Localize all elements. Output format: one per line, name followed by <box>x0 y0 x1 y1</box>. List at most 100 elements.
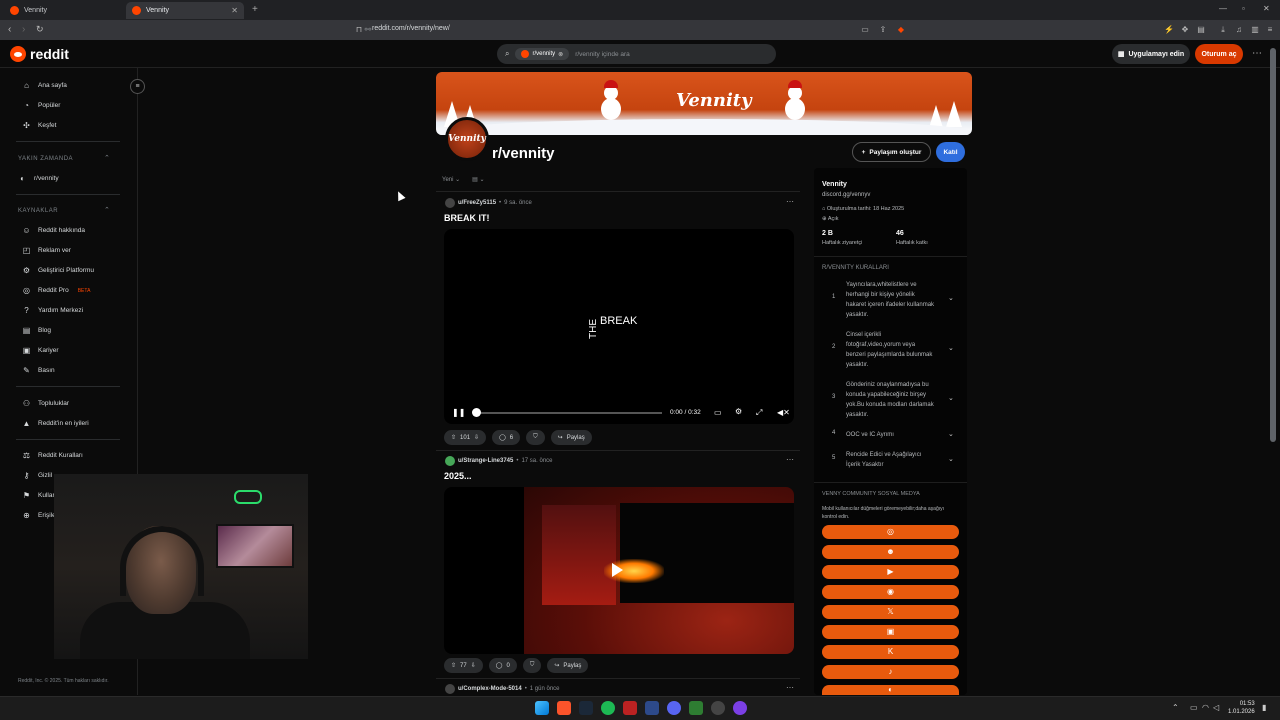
award-button[interactable]: ⛉ <box>526 430 545 445</box>
sidebar-item-help[interactable]: ? Yardım Merkezi <box>22 306 83 315</box>
video-player[interactable] <box>444 487 794 654</box>
close-window-icon[interactable]: ✕ <box>1263 4 1270 13</box>
sidebar-item-advertise[interactable]: ◰ Reklam ver <box>22 246 71 255</box>
comments-button[interactable]: ◯ 6 <box>492 430 521 445</box>
chevron-down-icon[interactable]: ⌄ <box>948 455 954 463</box>
pause-icon[interactable]: ❚❚ <box>452 408 465 417</box>
panel-icon[interactable]: ▥ <box>1250 25 1260 35</box>
maximize-icon[interactable]: ▫ <box>1242 4 1245 13</box>
post-title[interactable]: 2025... <box>444 471 472 481</box>
app-icon[interactable] <box>733 701 747 715</box>
chevron-down-icon[interactable]: ⌄ <box>948 394 954 402</box>
volume-icon[interactable]: ◁ <box>1213 703 1219 712</box>
captions-icon[interactable]: ▭ <box>714 408 722 417</box>
chevron-down-icon[interactable]: ⌄ <box>948 430 954 438</box>
downvote-icon[interactable]: ⇩ <box>474 434 479 441</box>
close-tab-icon[interactable]: ✕ <box>231 6 238 15</box>
panel-link[interactable]: discord.gg/vennyv <box>822 192 870 198</box>
browser-tab-active[interactable]: Vennity ✕ <box>126 2 244 19</box>
post-options-icon[interactable]: ⋯ <box>786 197 794 206</box>
system-clock[interactable]: 01:53 1.01.2026 <box>1228 700 1255 716</box>
back-icon[interactable]: ‹ <box>8 24 11 35</box>
avatar[interactable] <box>445 198 455 208</box>
collapse-sidebar-icon[interactable]: ≡ <box>130 79 145 94</box>
network-icon[interactable]: ▭ <box>1190 703 1198 712</box>
sidebar-item-press[interactable]: ✎ Basın <box>22 366 54 375</box>
brave-browser-icon[interactable] <box>557 701 571 715</box>
sidebar-item-recent-vennity[interactable]: ◐ r/vennity <box>18 174 59 183</box>
extension-icon[interactable]: ⚡ <box>1164 25 1174 35</box>
resources-section-header[interactable]: KAYNAKLAR <box>18 208 58 214</box>
more-options-icon[interactable]: ⋯ <box>1252 48 1262 59</box>
search-input[interactable]: r/vennity içinde ara <box>575 51 630 58</box>
app-icon[interactable] <box>689 701 703 715</box>
post-title[interactable]: BREAK IT! <box>444 213 490 223</box>
spotify-icon[interactable] <box>601 701 615 715</box>
social-button-tiktok[interactable]: ♪ <box>822 665 959 679</box>
settings-icon[interactable]: ⚙ <box>735 407 742 416</box>
sidebar-item-rules[interactable]: ⚖ Reddit Kuralları <box>22 451 83 460</box>
post-author[interactable]: u/FreeZy5115 <box>458 200 496 206</box>
sidebar-item-communities[interactable]: ⚇ Topluluklar <box>22 399 69 408</box>
sidebar-item-popular[interactable]: ◔ Popüler <box>22 101 60 110</box>
sort-dropdown[interactable]: Yeni ⌄ <box>442 176 460 183</box>
sidebar-toggle-icon[interactable]: ▤ <box>1196 25 1206 35</box>
menu-icon[interactable]: ≡ <box>1265 25 1275 35</box>
post-options-icon[interactable]: ⋯ <box>786 683 794 692</box>
recent-section-header[interactable]: YAKIN ZAMANDA <box>18 156 73 162</box>
social-button-instagram[interactable]: ◉ <box>822 585 959 599</box>
social-button-reddit[interactable]: ◎ <box>822 525 959 539</box>
notification-icon[interactable]: ▮ <box>1262 703 1266 712</box>
create-post-button[interactable]: + Paylaşım oluştur <box>852 142 931 162</box>
screen-icon[interactable]: ▭ <box>860 25 870 35</box>
download-icon[interactable]: ⤓ <box>1218 25 1228 35</box>
video-player[interactable]: BREAK THE ❚❚ 0:00 / 0:32 ▭ ⚙ ⤢ ◀✕ <box>444 229 794 424</box>
join-button[interactable]: Katıl <box>936 142 965 162</box>
sidebar-item-about[interactable]: ☺ Reddit hakkında <box>22 226 85 235</box>
upvote-icon[interactable]: ⇧ <box>451 434 456 441</box>
url-field[interactable]: reddit.com/r/vennity/new/ <box>372 25 450 32</box>
play-icon[interactable] <box>612 563 623 577</box>
video-progress-track[interactable] <box>478 412 662 414</box>
chevron-down-icon[interactable]: ⌄ <box>948 344 954 352</box>
brave-shield-icon[interactable]: ◆ <box>896 25 906 35</box>
app-icon[interactable] <box>623 701 637 715</box>
video-progress-handle[interactable] <box>472 408 481 417</box>
downvote-icon[interactable]: ⇩ <box>471 662 476 669</box>
social-button-discord[interactable]: ☻ <box>822 545 959 559</box>
windows-start-icon[interactable] <box>535 701 549 715</box>
reload-icon[interactable]: ↻ <box>36 24 44 35</box>
sidebar-item-privacy[interactable]: ⚷ Gizlil <box>22 471 53 480</box>
share-page-icon[interactable]: ⇪ <box>878 25 888 35</box>
new-tab-icon[interactable]: + <box>252 4 258 15</box>
sidebar-item-home[interactable]: ⌂ Ana sayfa <box>22 81 67 90</box>
sidebar-item-accessibility[interactable]: ⊕ Erişile <box>22 511 56 520</box>
browser-tab[interactable]: Vennity <box>4 2 122 19</box>
vote-control[interactable]: ⇧ 101 ⇩ <box>444 430 487 445</box>
chevron-up-icon[interactable]: ⌃ <box>104 154 110 162</box>
share-button[interactable]: ↪ Paylaş <box>550 430 592 445</box>
reddit-logo[interactable]: reddit <box>10 46 69 62</box>
avatar[interactable] <box>445 684 455 694</box>
social-button-x[interactable]: 𝕏 <box>822 605 959 619</box>
sidebar-item-careers[interactable]: ▣ Kariyer <box>22 346 59 355</box>
app-icon[interactable] <box>645 701 659 715</box>
search-bar[interactable]: ⌕ r/vennity ⊗ r/vennity içinde ara <box>497 44 776 64</box>
minimize-icon[interactable]: — <box>1219 4 1227 13</box>
login-button[interactable]: Oturum aç <box>1195 44 1243 64</box>
upvote-icon[interactable]: ⇧ <box>451 662 456 669</box>
fullscreen-icon[interactable]: ⤢ <box>756 408 762 418</box>
mute-icon[interactable]: ◀✕ <box>777 408 790 417</box>
social-button-more[interactable]: ◐ <box>822 685 959 695</box>
sidebar-item-developer-platform[interactable]: ⚙ Geliştirici Platformu <box>22 266 94 275</box>
sidebar-item-reddit-pro[interactable]: ◎ Reddit Pro BETA <box>22 286 90 295</box>
social-button-kick[interactable]: K <box>822 645 959 659</box>
chevron-down-icon[interactable]: ⌄ <box>948 294 954 302</box>
post-options-icon[interactable]: ⋯ <box>786 455 794 464</box>
post-author[interactable]: u/Complex-Mode-5014 <box>458 686 522 692</box>
sidebar-item-terms[interactable]: ⚑ Kullan <box>22 491 56 500</box>
subreddit-search-chip[interactable]: r/vennity ⊗ <box>515 48 570 60</box>
award-button[interactable]: ⛉ <box>522 658 542 673</box>
avatar[interactable] <box>445 456 455 466</box>
sidebar-item-blog[interactable]: ▤ Blog <box>22 326 51 335</box>
